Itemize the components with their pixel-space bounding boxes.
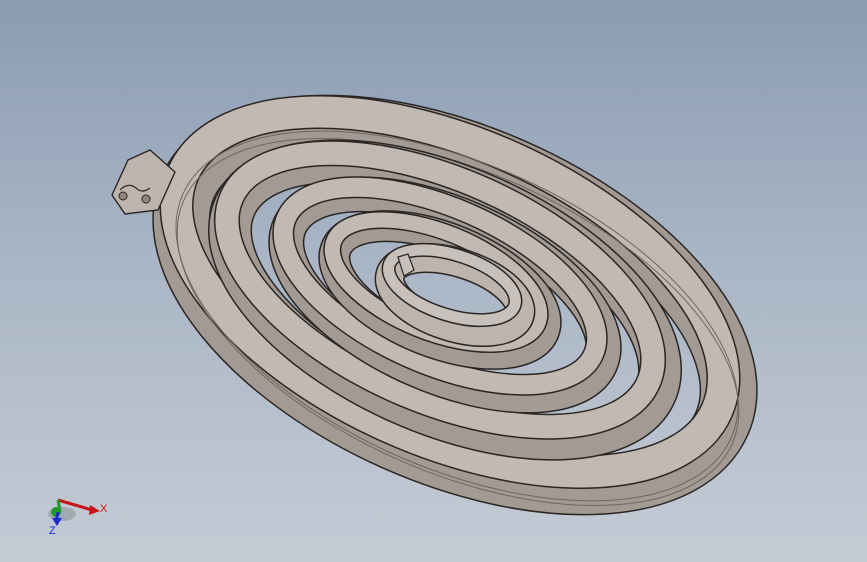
graphics-viewport[interactable]: X Z (0, 0, 867, 562)
spiral-spring-model[interactable] (0, 0, 867, 562)
z-axis-label: Z (49, 525, 56, 537)
x-axis-label: X (100, 503, 108, 515)
x-axis-arrow (89, 505, 100, 515)
coordinate-triad: X Z (48, 498, 108, 537)
spiral-coils (152, 94, 758, 516)
